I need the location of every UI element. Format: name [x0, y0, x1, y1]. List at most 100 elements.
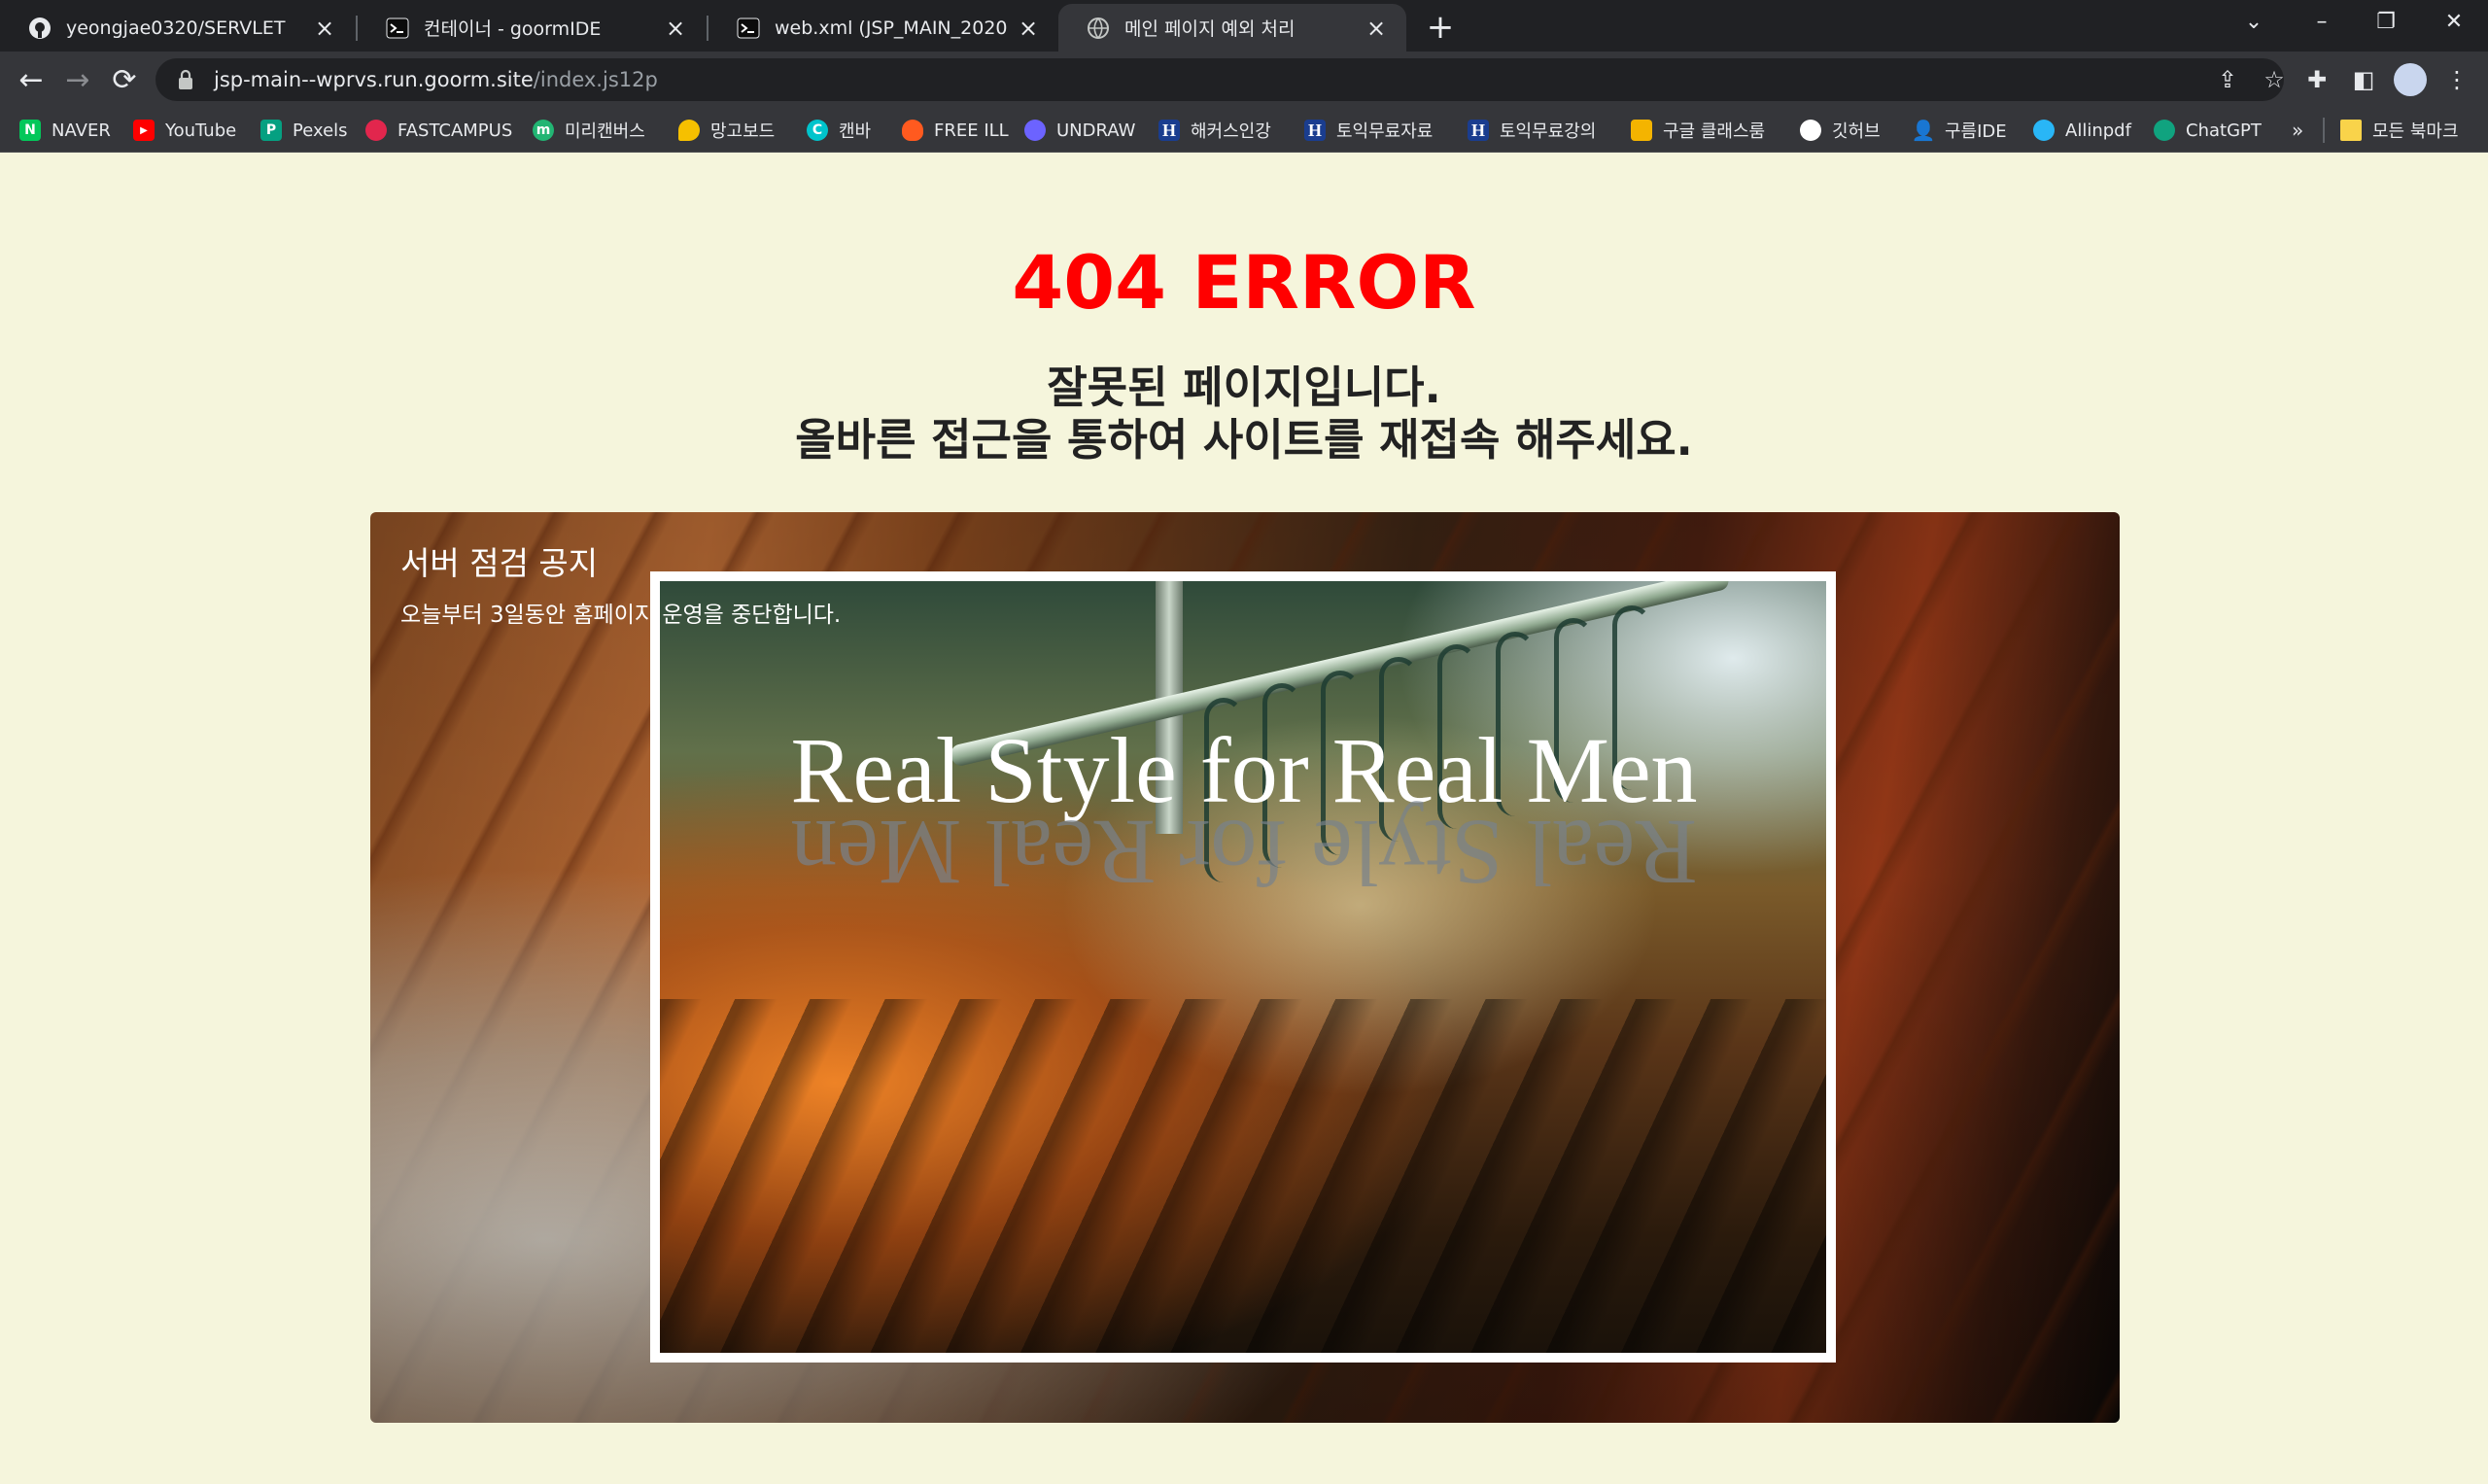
- bookmark-youtube[interactable]: ▶ YouTube: [133, 108, 236, 153]
- bookmark-label: 구글 클래스룸: [1663, 121, 1766, 142]
- address-bar[interactable]: jsp-main--wprvs.run.goorm.site/index.js1…: [156, 58, 2285, 101]
- chatgpt-icon: [2154, 120, 2175, 141]
- fastcampus-icon: [365, 120, 387, 141]
- classroom-icon: [1631, 120, 1652, 141]
- bookmark-label: ChatGPT: [2186, 120, 2262, 141]
- error-message-line-1: 잘못된 페이지입니다.: [1047, 362, 1441, 413]
- bookmarks-bar: N NAVER ▶ YouTube P Pexels FASTCAMPUS m 미리캔버…: [0, 108, 2488, 153]
- folder-icon: [2340, 120, 2362, 141]
- close-icon[interactable]: ×: [312, 15, 337, 42]
- extensions-icon[interactable]: ✚: [2298, 60, 2336, 99]
- bookmark-fastcampus[interactable]: FASTCAMPUS: [365, 108, 512, 153]
- bookmark-miricanvas[interactable]: m 미리캔버스: [533, 108, 645, 153]
- bookmark-label: Allinpdf: [2065, 120, 2131, 141]
- bookmark-label: 토익무료강의: [1500, 121, 1597, 142]
- free-ill-icon: [902, 120, 923, 141]
- tab-search-icon[interactable]: ⌄: [2220, 0, 2288, 43]
- bookmark-label: 구름IDE: [1945, 121, 2007, 142]
- hackers-icon: H: [1158, 120, 1180, 141]
- url-path: /index.js12p: [533, 68, 658, 91]
- bookmark-divider: [2323, 118, 2325, 143]
- bookmark-label: YouTube: [165, 120, 237, 141]
- browser-toolbar: ← → ⟳ jsp-main--wprvs.run.goorm.site/ind…: [0, 52, 2488, 108]
- new-tab-button[interactable]: +: [1421, 8, 1460, 47]
- share-icon[interactable]: ⇪: [2206, 58, 2249, 101]
- bookmark-label: 깃허브: [1832, 121, 1881, 142]
- close-icon[interactable]: ×: [1364, 15, 1389, 42]
- bookmark-label: FREE ILL: [934, 120, 1009, 141]
- url-host: jsp-main--wprvs.run.goorm.site: [214, 68, 534, 91]
- bookmark-freeill[interactable]: FREE ILL: [902, 108, 1009, 153]
- tab-title: yeongjae0320/SERVLET: [66, 17, 286, 39]
- github-icon: [1800, 120, 1821, 141]
- bookmark-label: NAVER: [52, 120, 111, 141]
- bookmark-chatgpt[interactable]: ChatGPT: [2154, 108, 2262, 153]
- bookmark-label: Pexels: [293, 120, 348, 141]
- tab-main-page[interactable]: 메인 페이지 예외 처리 ×: [1058, 4, 1406, 52]
- terminal-icon: [736, 16, 761, 41]
- close-window-button[interactable]: ✕: [2420, 0, 2488, 43]
- bookmark-mangoboard[interactable]: 망고보드: [678, 108, 775, 153]
- avatar: [2394, 63, 2427, 96]
- bookmark-label: 토익무료자료: [1336, 121, 1434, 142]
- bookmark-all-bookmarks[interactable]: 모든 북마크: [2340, 108, 2459, 153]
- bookmarks-overflow-button[interactable]: »: [2292, 108, 2303, 153]
- side-panel-icon[interactable]: ◧: [2344, 60, 2383, 99]
- bookmark-goormide[interactable]: 👤 구름IDE: [1911, 108, 2007, 153]
- miricanvas-icon: m: [533, 120, 554, 141]
- bookmark-toeic-lectures[interactable]: H 토익무료강의: [1468, 108, 1596, 153]
- github-icon: [27, 16, 52, 41]
- hackers-icon: H: [1468, 120, 1489, 141]
- bookmark-undraw[interactable]: UNDRAW: [1024, 108, 1135, 153]
- canva-icon: C: [807, 120, 828, 141]
- bookmark-label: 해커스인강: [1191, 121, 1271, 142]
- clothing-rack-photo: [650, 571, 1836, 1363]
- forward-button[interactable]: →: [58, 60, 97, 99]
- reload-button[interactable]: ⟳: [105, 60, 144, 99]
- shirts: [660, 999, 1826, 1353]
- error-message-line-2: 올바른 접근을 통하여 사이트를 재접속 해주세요.: [795, 414, 1693, 466]
- bookmark-github[interactable]: 깃허브: [1800, 108, 1881, 153]
- bookmark-canva[interactable]: C 캔바: [807, 108, 871, 153]
- bookmark-google-classroom[interactable]: 구글 클래스룸: [1631, 108, 1765, 153]
- hackers-icon: H: [1304, 120, 1326, 141]
- notice-text: 오늘부터 3일동안 홈페이지 운영을 중단합니다.: [400, 603, 842, 628]
- bookmark-pexels[interactable]: P Pexels: [260, 108, 348, 153]
- naver-icon: N: [19, 120, 41, 141]
- tab-github[interactable]: yeongjae0320/SERVLET ×: [0, 4, 355, 52]
- bookmark-toeic-materials[interactable]: H 토익무료자료: [1304, 108, 1433, 153]
- tab-title: web.xml (JSP_MAIN_20200973): [775, 17, 1008, 39]
- slogan-reflection: Real Style for Real Men: [790, 801, 1698, 905]
- minimize-button[interactable]: –: [2288, 0, 2356, 43]
- bookmark-label: 미리캔버스: [565, 121, 645, 142]
- bookmark-label: 캔바: [839, 121, 872, 142]
- youtube-icon: ▶: [133, 120, 155, 141]
- close-icon[interactable]: ×: [663, 15, 688, 42]
- restore-button[interactable]: ❐: [2352, 0, 2420, 43]
- bookmark-allinpdf[interactable]: Allinpdf: [2033, 108, 2131, 153]
- error-message: 잘못된 페이지입니다. 올바른 접근을 통하여 사이트를 재접속 해주세요.: [0, 362, 2488, 466]
- bookmark-label: 망고보드: [710, 121, 776, 142]
- back-button[interactable]: ←: [12, 60, 51, 99]
- error-title: 404 ERROR: [1012, 239, 1476, 326]
- bookmark-star-icon[interactable]: ☆: [2253, 58, 2296, 101]
- bookmark-naver[interactable]: N NAVER: [19, 108, 111, 153]
- lock-icon[interactable]: [177, 69, 194, 90]
- allinpdf-icon: [2033, 120, 2055, 141]
- tab-strip: yeongjae0320/SERVLET × 컨테이너 - goormIDE ×…: [0, 0, 2488, 52]
- tab-title: 컨테이너 - goormIDE: [424, 18, 602, 40]
- bookmark-hackers[interactable]: H 해커스인강: [1158, 108, 1271, 153]
- person-icon: 👤: [1911, 119, 1936, 142]
- bookmark-label: 모든 북마크: [2372, 121, 2459, 142]
- globe-icon: [1086, 16, 1111, 41]
- tab-webxml[interactable]: web.xml (JSP_MAIN_20200973) ×: [708, 4, 1058, 52]
- menu-icon[interactable]: ⋮: [2437, 60, 2476, 99]
- close-icon[interactable]: ×: [1016, 15, 1041, 42]
- tab-goormide[interactable]: 컨테이너 - goormIDE ×: [358, 4, 706, 52]
- tab-title: 메인 페이지 예외 처리: [1124, 18, 1296, 40]
- terminal-icon: [385, 16, 410, 41]
- bookmark-label: UNDRAW: [1056, 120, 1136, 141]
- undraw-icon: [1024, 120, 1046, 141]
- notice-title: 서버 점검 공지: [400, 544, 599, 582]
- profile-avatar[interactable]: [2391, 60, 2430, 99]
